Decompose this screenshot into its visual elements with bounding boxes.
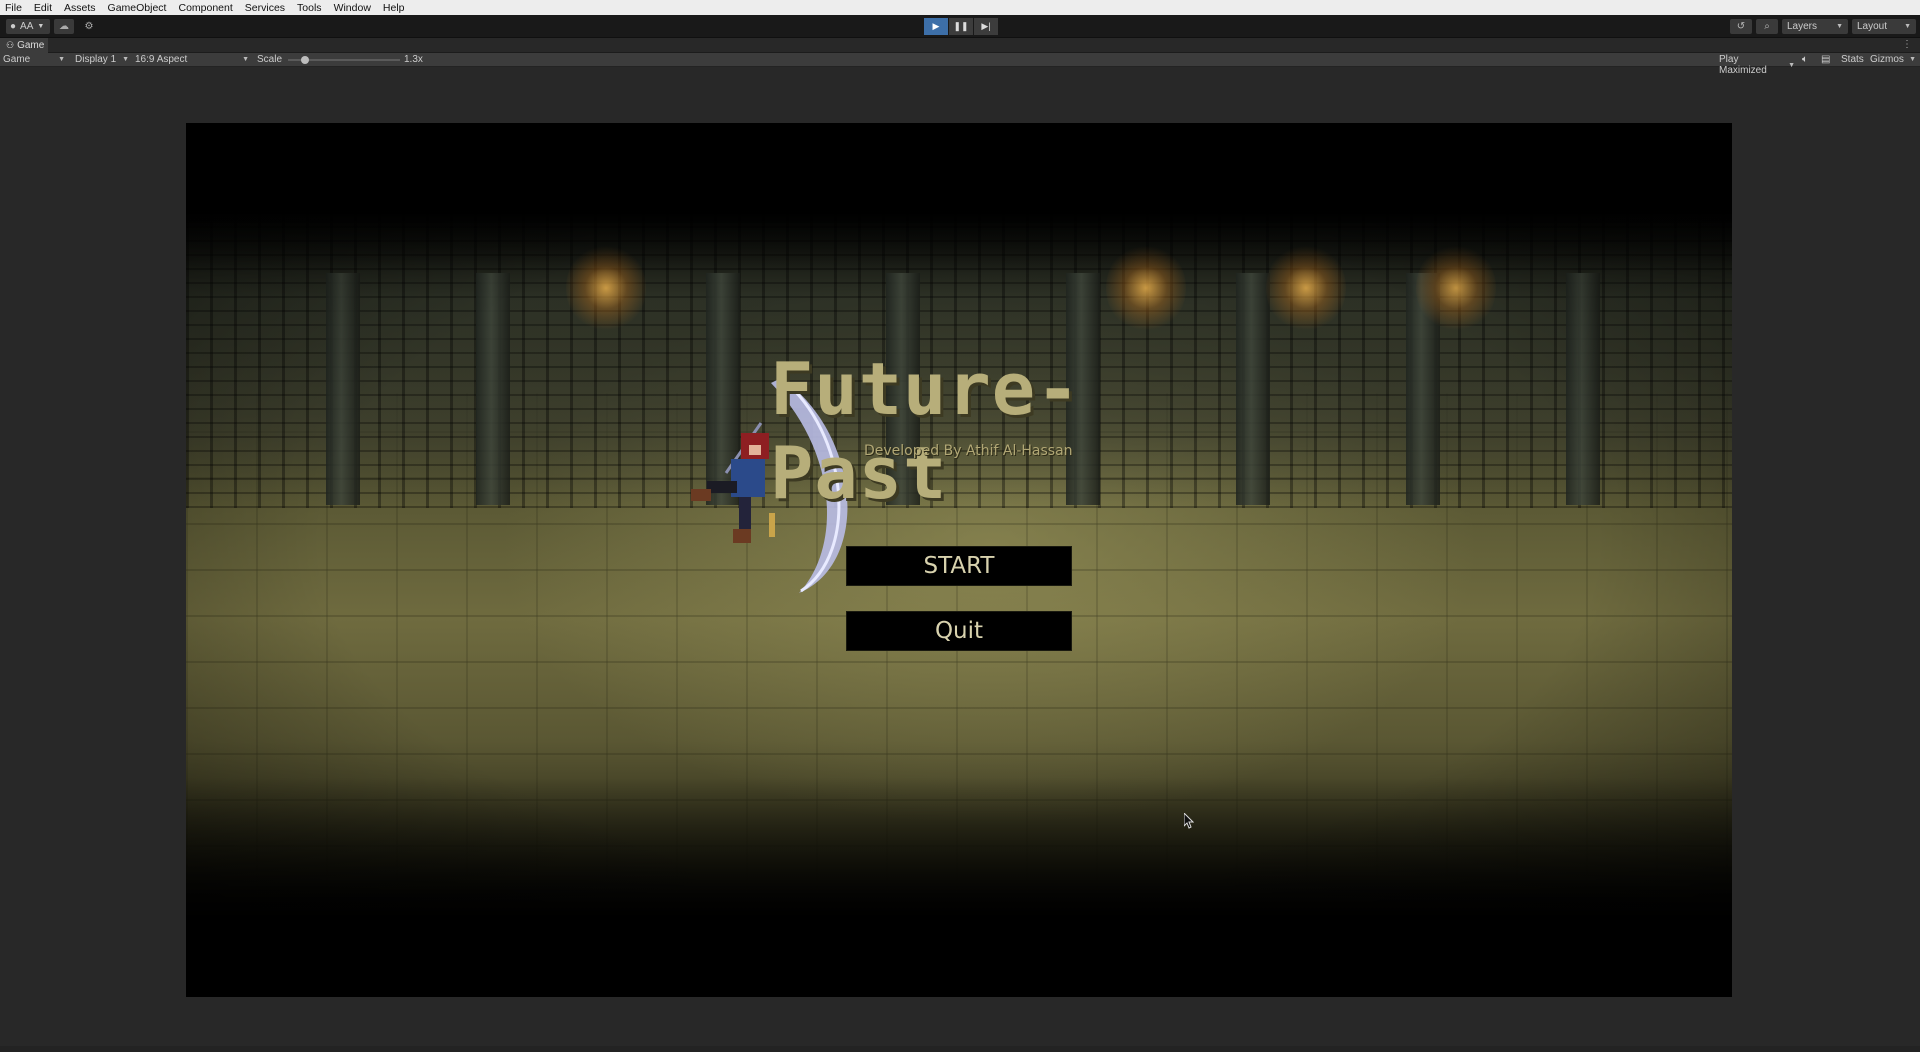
main-toolbar: ● AA ▼ ☁ ⚙ ▶ ❚❚ ▶| ↺ ⌕ Layers ▼ Layout ▼ [0,15,1920,38]
menu-tools[interactable]: Tools [297,2,322,14]
game-viewport[interactable]: Future-Past Developed By Athif Al-Hassan… [186,123,1732,997]
menu-file[interactable]: File [5,2,22,14]
mouse-cursor-icon [1184,813,1194,829]
chevron-down-icon: ▼ [122,56,129,63]
scale-value: 1.3x [404,54,423,65]
toolbar-right: ↺ ⌕ Layers ▼ Layout ▼ [1730,19,1916,34]
scale-label: Scale [257,54,283,65]
menu-edit[interactable]: Edit [34,2,52,14]
hero-boot [691,489,711,501]
account-label: AA [20,21,34,32]
view-select[interactable]: Game ▼ [3,54,65,65]
vsync-button[interactable]: ▤ [1821,54,1830,65]
hero-dagger [769,513,775,537]
hero-leg [739,497,751,533]
layout-dropdown[interactable]: Layout ▼ [1852,19,1916,34]
layout-label: Layout [1857,21,1888,32]
gizmos-dropdown[interactable]: Gizmos ▼ [1870,54,1916,65]
search-icon: ⌕ [1764,21,1770,32]
gamepad-icon: ⚇ [6,40,15,50]
quit-button[interactable]: Quit [846,611,1072,651]
game-title: Future-Past [770,347,1081,515]
hero-face [749,445,761,455]
chevron-down-icon: ▼ [242,56,249,63]
mute-audio-button[interactable]: 🔈︎ [1802,54,1808,65]
display-select[interactable]: Display 1 ▼ [75,54,129,65]
menu-help[interactable]: Help [383,2,405,14]
step-button[interactable]: ▶| [974,18,998,35]
history-button[interactable]: ↺ [1730,19,1752,34]
chevron-down-icon: ▼ [1909,56,1916,63]
chevron-down-icon: ▼ [1904,23,1911,30]
scale-slider-thumb[interactable] [301,56,309,64]
search-button[interactable]: ⌕ [1756,19,1778,34]
menu-assets[interactable]: Assets [64,2,96,14]
hero-leg [707,481,737,493]
chevron-down-icon: ▼ [1836,23,1843,30]
account-dropdown[interactable]: ● AA ▼ [6,19,50,34]
stats-button[interactable]: Stats [1841,54,1864,65]
cloud-icon: ☁ [59,21,69,32]
pause-button[interactable]: ❚❚ [949,18,973,35]
monitor-icon: ▤ [1821,54,1831,65]
play-mode-select[interactable]: Play Maximized ▼ [1719,54,1795,76]
aspect-select[interactable]: 16:9 Aspect ▼ [135,54,249,65]
playback-controls: ▶ ❚❚ ▶| [924,18,998,35]
tab-bar: ⚇ Game ⋮ [0,38,1920,53]
tab-label: Game [17,40,45,51]
display-select-label: Display 1 [75,54,117,65]
cloud-button[interactable]: ☁ [54,19,74,34]
speaker-icon: 🔈︎ [1802,54,1808,65]
tab-game[interactable]: ⚇ Game [0,38,48,53]
step-icon: ▶| [981,21,991,31]
pause-icon: ❚❚ [953,21,969,31]
aspect-select-label: 16:9 Aspect [135,54,188,65]
game-view-toolbar: Game ▼ Display 1 ▼ 16:9 Aspect ▼ Scale 1… [0,53,1920,76]
view-select-label: Game [3,54,31,65]
menu-window[interactable]: Window [334,2,371,14]
menu-services[interactable]: Services [245,2,285,14]
more-options-icon[interactable]: ⋮ [1902,39,1912,50]
chevron-down-icon: ▼ [58,56,65,63]
developer-credit: Developed By Athif Al-Hassan [864,443,1073,459]
menu-gameobject[interactable]: GameObject [108,2,167,14]
start-button[interactable]: START [846,546,1072,586]
collab-icon: ⚙ [84,21,94,32]
menu-bar: File Edit Assets GameObject Component Se… [0,0,1920,15]
play-mode-label: Play Maximized [1719,54,1767,76]
hero-boot [733,529,751,543]
account-icon: ● [10,21,17,32]
play-icon: ▶ [932,21,940,31]
layers-dropdown[interactable]: Layers ▼ [1782,19,1848,34]
collab-button[interactable]: ⚙ [79,19,99,34]
play-button[interactable]: ▶ [924,18,948,35]
history-icon: ↺ [1736,21,1746,32]
layers-label: Layers [1787,21,1818,32]
status-strip [0,1046,1920,1052]
chevron-down-icon: ▼ [37,23,45,30]
chevron-down-icon: ▼ [1788,61,1795,69]
menu-component[interactable]: Component [178,2,232,14]
